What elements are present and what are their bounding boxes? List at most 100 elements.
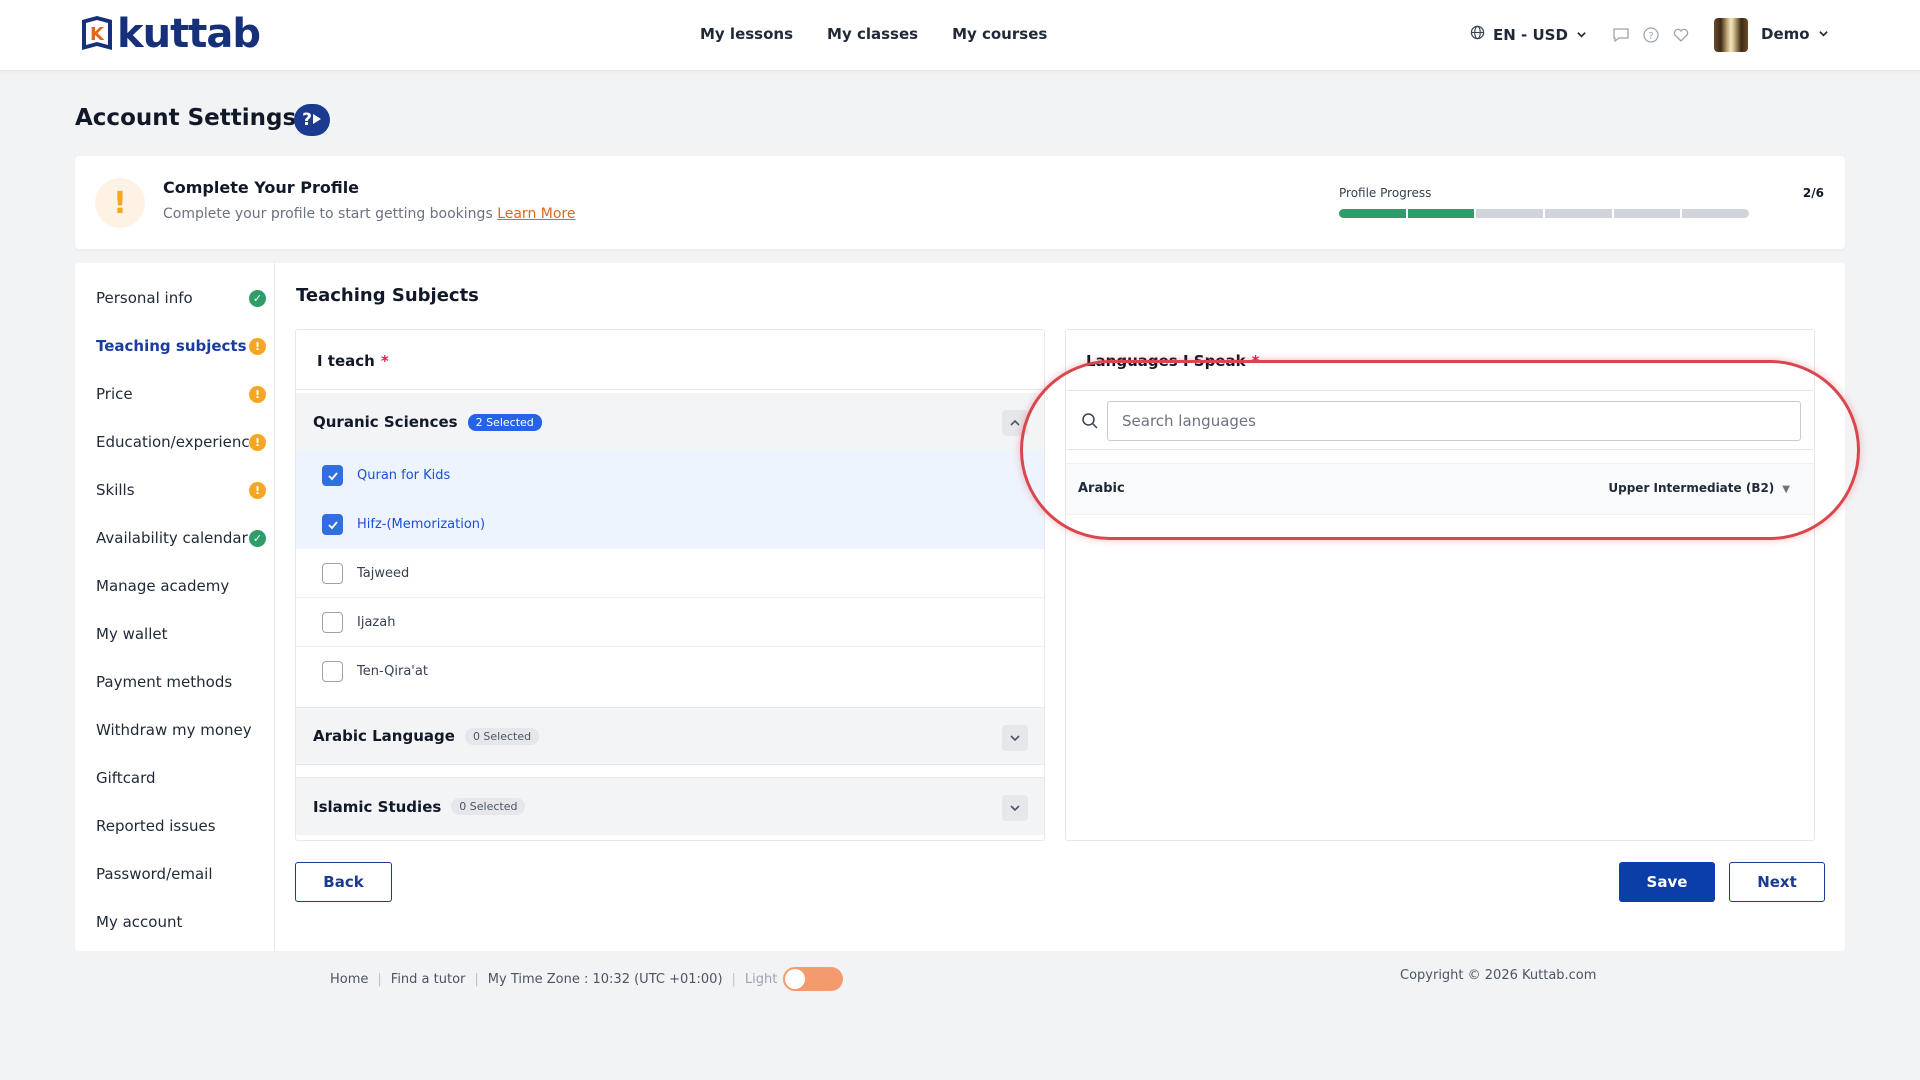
required-marker: * (380, 352, 389, 370)
sidebar-item-label: Reported issues (96, 817, 216, 835)
language-currency-selector[interactable]: EN - USD (1470, 25, 1587, 44)
help-video-button[interactable]: ? (294, 104, 330, 136)
check-icon: ✓ (249, 530, 266, 547)
subject-label: Ijazah (357, 614, 396, 630)
sidebar-item-label: Manage academy (96, 577, 230, 595)
profile-card-title: Complete Your Profile (163, 178, 360, 197)
sidebar-item-label: Price (96, 385, 133, 403)
heart-icon[interactable] (1672, 26, 1690, 44)
theme-label: Light (744, 971, 778, 987)
language-search-bar (1066, 390, 1814, 450)
section-title: Teaching Subjects (296, 285, 479, 306)
teach-box-header: I teach * (296, 330, 1044, 390)
sidebar-item-password-email[interactable]: Password/email (96, 865, 266, 883)
progress-segment (1545, 209, 1612, 218)
exclamation-icon: ! (95, 178, 145, 228)
sidebar-item-teaching-subjects[interactable]: Teaching subjects ! (96, 337, 266, 355)
chevron-down-icon (1576, 26, 1587, 44)
warning-icon: ! (249, 482, 266, 499)
nav-my-courses[interactable]: My courses (952, 25, 1047, 43)
search-icon (1081, 412, 1099, 430)
profile-card-subtitle: Complete your profile to start getting b… (163, 206, 575, 222)
chat-icon[interactable] (1612, 26, 1630, 44)
selected-count-badge: 0 Selected (464, 727, 540, 745)
sidebar-item-reported-issues[interactable]: Reported issues (96, 817, 266, 835)
subject-ten-qiraat[interactable]: Ten-Qira'at (296, 647, 1044, 696)
subject-quran-for-kids[interactable]: Quran for Kids (296, 451, 1044, 500)
svg-text:?: ? (1648, 31, 1653, 42)
subject-hifz-memorization[interactable]: Hifz-(Memorization) (296, 500, 1044, 549)
warning-icon: ! (249, 434, 266, 451)
sidebar-item-education-experience[interactable]: Education/experience ! (96, 433, 266, 451)
sidebar-item-personal-info[interactable]: Personal info ✓ (96, 289, 266, 307)
accordion-title: Arabic Language (313, 727, 455, 745)
help-icon[interactable]: ? (1642, 26, 1660, 44)
nav-my-lessons[interactable]: My lessons (700, 25, 793, 43)
sidebar-item-price[interactable]: Price ! (96, 385, 266, 403)
nav-my-classes[interactable]: My classes (827, 25, 918, 43)
top-header: K kuttab My lessons My classes My course… (0, 0, 1920, 71)
profile-card-subtitle-text: Complete your profile to start getting b… (163, 206, 493, 222)
kuttab-logo[interactable]: K kuttab (78, 11, 261, 57)
footer-separator: | (377, 971, 382, 987)
accordion-title: Quranic Sciences (313, 413, 458, 431)
settings-panel: Personal info ✓ Teaching subjects ! Pric… (75, 263, 1845, 951)
language-currency-label: EN - USD (1493, 25, 1568, 44)
avatar[interactable] (1714, 18, 1748, 52)
chevron-down-icon[interactable] (1002, 795, 1028, 821)
logo-text: kuttab (117, 11, 261, 57)
languages-box: Languages I Speak * Arabic Upper Intermed… (1065, 329, 1815, 841)
checkbox-checked-icon[interactable] (322, 514, 343, 535)
sidebar-item-my-account[interactable]: My account (96, 913, 266, 931)
required-marker: * (1251, 352, 1260, 370)
subject-ijazah[interactable]: Ijazah (296, 598, 1044, 647)
languages-label: Languages I Speak (1086, 352, 1246, 370)
subject-label: Quran for Kids (357, 468, 451, 483)
language-level-value: Upper Intermediate (B2) (1608, 481, 1775, 495)
sidebar-item-skills[interactable]: Skills ! (96, 481, 266, 499)
sidebar-item-withdraw-my-money[interactable]: Withdraw my money (96, 721, 266, 739)
checkbox-icon[interactable] (322, 562, 343, 584)
language-level-select[interactable]: Upper Intermediate (B2) ▼ (1608, 481, 1790, 495)
footer: Home | Find a tutor | My Time Zone : 10:… (330, 967, 844, 991)
progress-segment (1613, 209, 1681, 218)
accordion-title: Islamic Studies (313, 797, 442, 816)
accordion-quranic-sciences[interactable]: Quranic Sciences 2 Selected (296, 393, 1044, 451)
sidebar-item-label: Password/email (96, 865, 213, 883)
footer-find-tutor-link[interactable]: Find a tutor (391, 972, 466, 987)
checkbox-checked-icon[interactable] (322, 465, 343, 486)
next-button[interactable]: Next (1729, 862, 1825, 902)
progress-segment (1682, 209, 1749, 218)
checkbox-icon[interactable] (322, 611, 343, 633)
back-button[interactable]: Back (295, 862, 392, 902)
sidebar-item-label: Teaching subjects (96, 337, 247, 355)
sidebar-item-label: Giftcard (96, 769, 156, 787)
checkbox-icon[interactable] (322, 661, 343, 682)
sidebar-item-manage-academy[interactable]: Manage academy (96, 577, 266, 595)
accordion-arabic-language[interactable]: Arabic Language 0 Selected (296, 707, 1044, 765)
subject-label: Hifz-(Memorization) (357, 517, 486, 532)
footer-home-link[interactable]: Home (330, 972, 368, 987)
language-search-input[interactable] (1107, 401, 1801, 441)
accordion-islamic-studies[interactable]: Islamic Studies 0 Selected (296, 777, 1044, 835)
chevron-down-icon[interactable] (1002, 725, 1028, 751)
user-menu[interactable]: Demo (1761, 25, 1829, 43)
header-icons: ? (1612, 26, 1690, 44)
progress-count: 2/6 (1802, 186, 1824, 200)
subject-tajweed[interactable]: Tajweed (296, 549, 1044, 598)
theme-toggle[interactable] (783, 967, 844, 991)
help-badge-label: ? (302, 110, 312, 130)
page-title: Account Settings (75, 105, 297, 131)
sidebar-item-giftcard[interactable]: Giftcard (96, 769, 266, 787)
logo-book-icon: K (78, 14, 116, 54)
sidebar-item-availability-calendar[interactable]: Availability calendar ✓ (96, 529, 266, 547)
save-button[interactable]: Save (1619, 862, 1715, 902)
sidebar-item-label: Payment methods (96, 673, 233, 691)
learn-more-link[interactable]: Learn More (497, 206, 575, 222)
sidebar-item-my-wallet[interactable]: My wallet (96, 625, 266, 643)
copyright: Copyright © 2026 Kuttab.com (1400, 968, 1597, 983)
sidebar-item-payment-methods[interactable]: Payment methods (96, 673, 266, 691)
progress-segment (1476, 209, 1544, 218)
language-name: Arabic (1078, 481, 1125, 496)
chevron-up-icon[interactable] (1002, 410, 1028, 436)
